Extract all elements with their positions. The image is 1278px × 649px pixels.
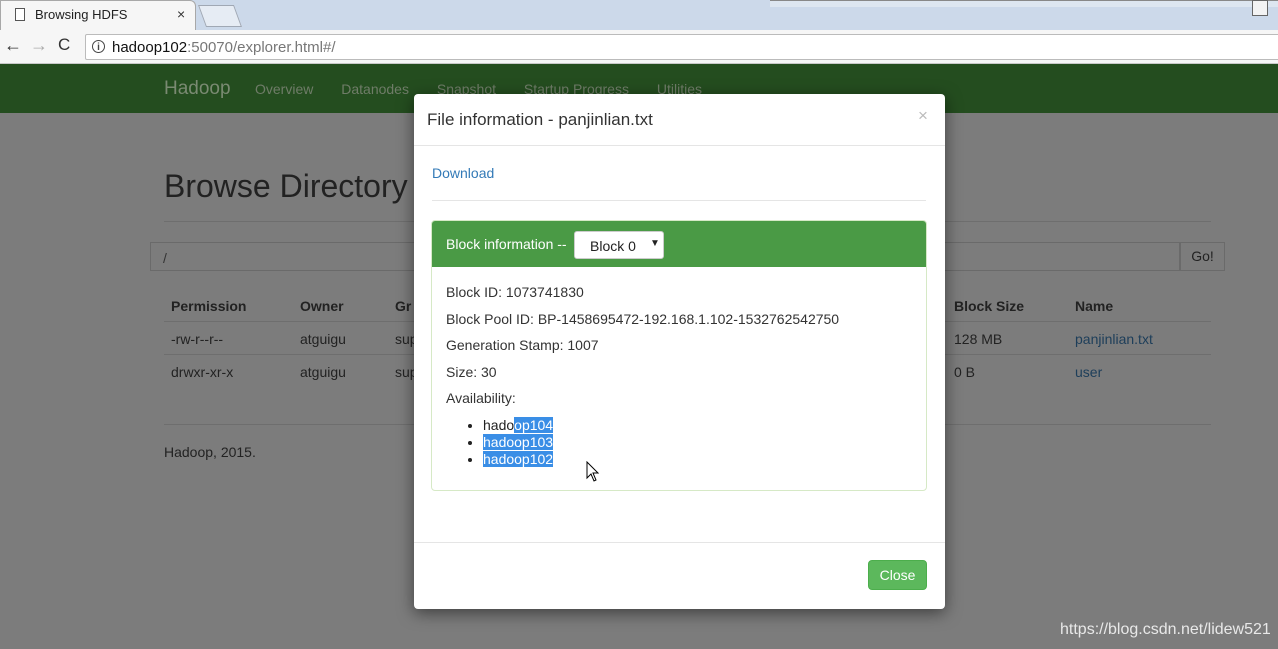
block-select[interactable]: Block 0 ▼: [574, 231, 664, 259]
footer-text: Hadoop, 2015.: [164, 444, 256, 460]
download-divider: [432, 200, 926, 201]
browser-toolbar: ← → C i hadoop102:50070/explorer.html#/: [0, 30, 1278, 64]
modal-close-icon[interactable]: ×: [918, 106, 928, 126]
col-block-size: Block Size: [954, 298, 1025, 314]
host-text-selected: op104: [514, 417, 554, 433]
brand-logo[interactable]: Hadoop: [164, 78, 231, 100]
col-group: Gr: [395, 298, 412, 314]
info-icon[interactable]: i: [92, 40, 105, 53]
host-text-selected: hadoop103: [483, 434, 554, 450]
browser-tab[interactable]: Browsing HDFS ×: [0, 0, 196, 30]
host-text-selected: hadoop102: [483, 451, 554, 467]
col-permission: Permission: [171, 298, 247, 314]
nav-datanodes[interactable]: Datanodes: [341, 81, 409, 97]
reload-icon[interactable]: C: [58, 35, 70, 55]
file-info-modal: File information - panjinlian.txt × Down…: [414, 94, 945, 609]
list-item: hadoop102: [483, 451, 554, 468]
block-pool-id: Block Pool ID: BP-1458695472-192.168.1.1…: [446, 311, 840, 327]
block-select-value: Block 0: [590, 238, 636, 254]
window-title-area: [770, 0, 1278, 7]
user-profile-icon[interactable]: [1252, 0, 1268, 16]
url-host: hadoop102: [112, 39, 188, 56]
url-path: :50070/explorer.html#/: [187, 39, 336, 56]
close-button[interactable]: Close: [868, 560, 927, 590]
tab-title: Browsing HDFS: [35, 7, 128, 22]
list-item: hadoop104: [483, 417, 554, 434]
page-title: Browse Directory: [164, 168, 408, 204]
availability-label: Availability:: [446, 390, 516, 406]
row-0-permission: -rw-r--r--: [171, 331, 224, 347]
back-icon[interactable]: ←: [4, 35, 22, 56]
nav-overview[interactable]: Overview: [255, 81, 313, 97]
browser-tab-bar: Browsing HDFS ×: [0, 0, 1278, 30]
host-text: hado: [483, 417, 515, 433]
block-info-header: Block information -- Block 0 ▼: [432, 221, 926, 267]
tab-close-icon[interactable]: ×: [177, 6, 185, 22]
address-bar[interactable]: i hadoop102:50070/explorer.html#/: [85, 34, 1278, 60]
caret-down-icon: ▼: [650, 238, 660, 249]
modal-header-divider: [414, 145, 945, 146]
forward-icon[interactable]: →: [30, 35, 48, 56]
modal-footer-divider: [414, 542, 945, 543]
col-owner: Owner: [300, 298, 344, 314]
row-1-permission: drwxr-xr-x: [171, 364, 234, 380]
block-info-panel: Block information -- Block 0 ▼ Block ID:…: [431, 220, 927, 491]
go-button[interactable]: Go!: [1180, 242, 1225, 271]
generation-stamp: Generation Stamp: 1007: [446, 337, 599, 353]
block-id: Block ID: 1073741830: [446, 284, 584, 300]
mouse-cursor-icon: [586, 461, 600, 482]
col-name: Name: [1075, 298, 1114, 314]
block-size: Size: 30: [446, 364, 497, 380]
download-link[interactable]: Download: [432, 165, 494, 181]
block-info-label: Block information --: [446, 236, 567, 252]
watermark: https://blog.csdn.net/lidew521: [1060, 621, 1271, 638]
row-0-owner: atguigu: [300, 331, 346, 347]
availability-list: hadoop104 hadoop103 hadoop102: [468, 417, 554, 468]
url-text: hadoop102:50070/explorer.html#/: [112, 39, 336, 56]
modal-title: File information - panjinlian.txt: [427, 110, 653, 129]
list-item: hadoop103: [483, 434, 554, 451]
row-1-block-size: 0 B: [954, 364, 976, 380]
row-0-name-link[interactable]: panjinlian.txt: [1075, 331, 1153, 347]
row-1-owner: atguigu: [300, 364, 346, 380]
row-0-block-size: 128 MB: [954, 331, 1003, 347]
page-icon: [15, 8, 25, 21]
row-1-name-link[interactable]: user: [1075, 364, 1102, 380]
new-tab-button[interactable]: [197, 5, 243, 27]
